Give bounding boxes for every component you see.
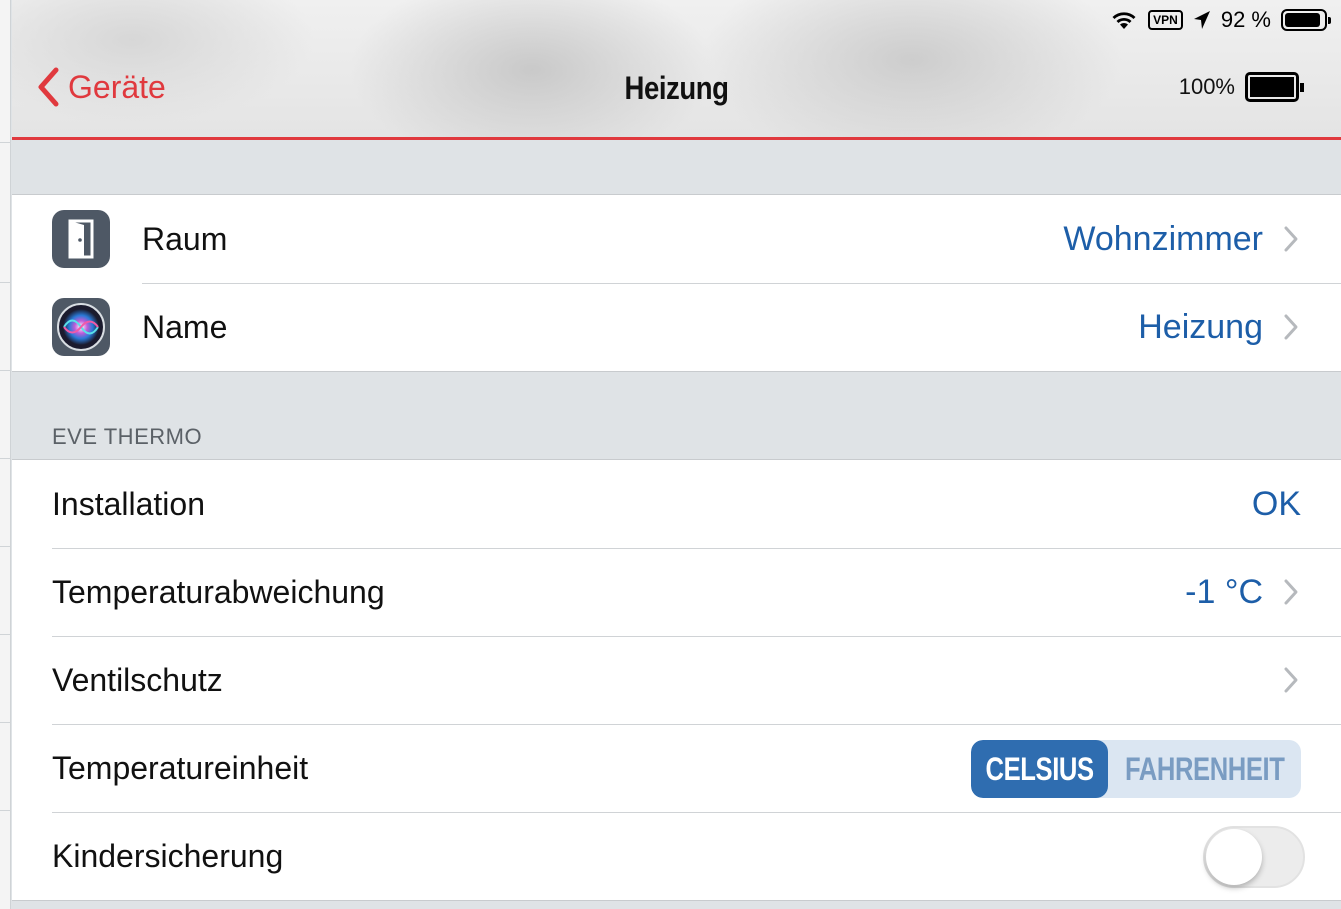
status-bar: VPN 92 % xyxy=(1110,6,1331,34)
temperature-offset-label: Temperaturabweichung xyxy=(52,573,385,610)
chevron-right-icon xyxy=(1284,314,1298,340)
chevron-right-icon xyxy=(1284,226,1298,252)
location-arrow-icon xyxy=(1193,11,1210,29)
installation-label: Installation xyxy=(52,485,205,522)
device-battery-percent: 100% xyxy=(1178,74,1235,99)
installation-value: OK xyxy=(1251,484,1301,523)
child-lock-label: Kindersicherung xyxy=(52,837,284,874)
chevron-right-icon xyxy=(1284,579,1298,605)
celsius-segment[interactable]: CELSIUS xyxy=(971,740,1108,798)
name-row[interactable]: Name Heizung xyxy=(12,283,1341,371)
edge-divider xyxy=(0,282,11,283)
battery-level xyxy=(1285,13,1320,27)
valve-protection-label: Ventilschutz xyxy=(52,661,223,698)
temperature-unit-label: Temperatureinheit xyxy=(52,749,309,786)
device-battery-icon xyxy=(1245,72,1304,102)
room-row[interactable]: Raum Wohnzimmer xyxy=(12,195,1341,283)
name-label: Name xyxy=(142,308,228,345)
vpn-badge: VPN xyxy=(1148,10,1183,30)
edge-divider xyxy=(0,722,11,723)
section-header: EVE THERMO xyxy=(52,424,203,449)
siri-icon xyxy=(52,298,110,356)
temperature-unit-row: Temperatureinheit CELSIUS FAHRENHEIT xyxy=(12,724,1341,812)
edge-divider xyxy=(0,546,11,547)
edge-divider xyxy=(0,810,11,811)
fahrenheit-segment[interactable]: FAHRENHEIT xyxy=(1108,740,1301,798)
chevron-left-icon xyxy=(38,67,59,107)
device-battery-level xyxy=(1250,77,1294,97)
door-icon xyxy=(52,210,110,268)
installation-row[interactable]: Installation OK xyxy=(12,460,1341,548)
battery-percent: 92 % xyxy=(1220,7,1271,32)
edge-divider xyxy=(0,634,11,635)
edge-divider xyxy=(0,142,11,143)
temperature-unit-segmented-control: CELSIUS FAHRENHEIT xyxy=(971,740,1301,798)
page-title: Heizung xyxy=(624,70,729,106)
temperature-offset-value: -1 °C xyxy=(1185,572,1263,611)
toggle-knob xyxy=(1206,829,1262,885)
child-lock-row: Kindersicherung xyxy=(12,812,1341,900)
device-battery: 100% xyxy=(1178,72,1304,102)
eve-thermo-group: Installation OK Temperaturabweichung -1 … xyxy=(12,459,1341,901)
valve-protection-row[interactable]: Ventilschutz xyxy=(12,636,1341,724)
room-value: Wohnzimmer xyxy=(1063,219,1263,258)
split-view-edge xyxy=(0,0,11,909)
detail-view: VPN 92 % Geräte Heizung 100% Raum Wohnzi… xyxy=(12,0,1341,909)
child-lock-toggle[interactable] xyxy=(1203,826,1305,888)
navigation-bar: VPN 92 % Geräte Heizung 100% xyxy=(12,0,1341,140)
battery-icon xyxy=(1281,9,1331,31)
room-label: Raum xyxy=(142,220,228,257)
wifi-icon xyxy=(1112,12,1136,29)
temperature-offset-row[interactable]: Temperaturabweichung -1 °C xyxy=(12,548,1341,636)
name-value: Heizung xyxy=(1138,307,1263,346)
accessory-settings-group: Raum Wohnzimmer Name Heizung xyxy=(12,194,1341,372)
edge-divider xyxy=(0,458,11,459)
edge-divider xyxy=(0,370,11,371)
chevron-right-icon xyxy=(1284,667,1298,693)
